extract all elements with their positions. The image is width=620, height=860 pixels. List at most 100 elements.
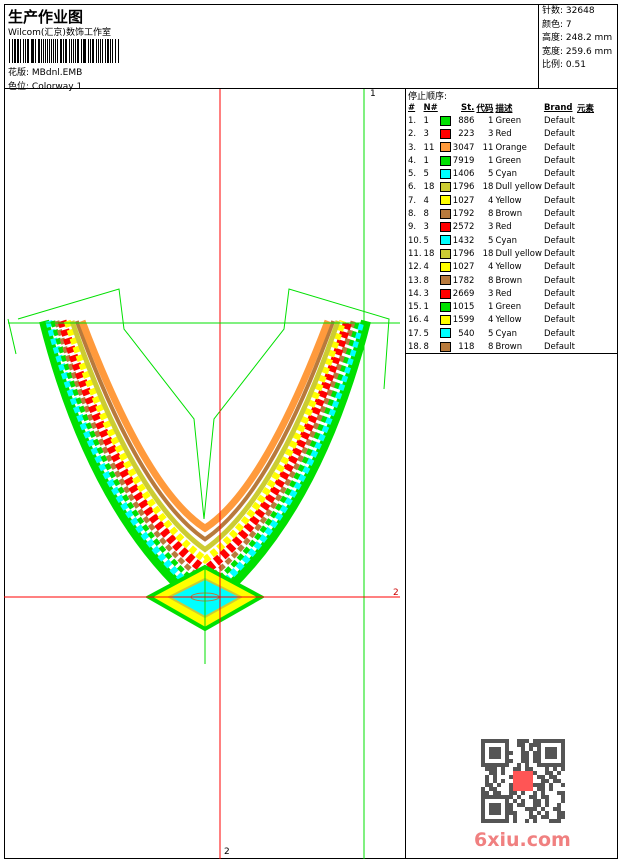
description: Brown	[495, 275, 523, 286]
stitches: 2572	[452, 222, 475, 233]
brand: Default	[543, 169, 575, 180]
needle: 4	[423, 262, 429, 273]
needle: 3	[423, 129, 429, 140]
brand: Default	[543, 288, 575, 299]
description: Red	[495, 222, 512, 233]
color-swatch	[439, 195, 451, 206]
color-swatch	[439, 182, 451, 193]
code: 4	[488, 262, 494, 273]
stitches: 540	[458, 328, 475, 339]
description: Green	[495, 115, 522, 126]
needle: 8	[423, 209, 429, 220]
brand: Default	[543, 328, 575, 339]
table-row[interactable]: 2. 3 223 3 Red Default	[407, 128, 595, 141]
column-header: 元素	[577, 103, 595, 114]
table-row[interactable]: 1. 1 886 1 Green Default	[407, 114, 595, 127]
design-info: 针数: 32648 颜色: 7 高度: 248.2 mm 宽度: 259.6 mm 比例…	[538, 4, 618, 89]
header: 生产作业图 Wilcom(汇京)数饰工作室 花版: MBdnl.EMB 色位: …	[4, 4, 538, 92]
color-swatch	[439, 248, 451, 259]
color-swatch	[439, 275, 451, 286]
table-row[interactable]: 9. 3 2572 3 Red Default	[407, 221, 595, 234]
column-header: #	[408, 102, 416, 113]
description: Cyan	[495, 328, 517, 339]
color-swatch	[439, 208, 451, 219]
info-value: 248.2 mm	[565, 33, 613, 43]
color-swatch	[439, 222, 451, 233]
brand: Default	[543, 275, 575, 286]
table-row[interactable]: 10. 5 1432 5 Cyan Default	[407, 234, 595, 247]
seq: 7.	[408, 195, 417, 206]
needle: 8	[423, 341, 429, 352]
column-header: Brand	[543, 102, 573, 113]
info-label: 针数:	[542, 6, 564, 16]
seq: 16.	[408, 315, 422, 326]
code: 3	[488, 288, 494, 299]
barcode	[9, 39, 120, 63]
brand: Default	[543, 302, 575, 313]
info-value: 7	[565, 19, 572, 30]
table-row[interactable]: 5. 5 1406 5 Cyan Default	[407, 167, 595, 180]
seal-logo	[513, 771, 533, 791]
table-row[interactable]: 14. 3 2669 3 Red Default	[407, 287, 595, 300]
table-row[interactable]: 6. 18 1796 18 Dull yellow Default	[407, 181, 595, 194]
description: Cyan	[495, 235, 517, 246]
table-row[interactable]: 18. 8 118 8 Brown Default	[407, 340, 595, 353]
color-swatch	[439, 341, 451, 352]
code: 1	[488, 115, 494, 126]
info-label: 颜色:	[542, 19, 564, 30]
seq: 13.	[408, 275, 422, 286]
description: Orange	[495, 142, 527, 153]
brand: Default	[543, 209, 575, 220]
table-row[interactable]: 7. 4 1027 4 Yellow Default	[407, 194, 595, 207]
brand: Default	[543, 182, 575, 193]
table-row[interactable]: 16. 4 1599 4 Yellow Default	[407, 314, 595, 327]
seq: 6.	[408, 182, 417, 193]
table-row[interactable]: 13. 8 1782 8 Brown Default	[407, 274, 595, 287]
seq: 15.	[408, 302, 422, 313]
table-row[interactable]: 3. 11 3047 11 Orange Default	[407, 141, 595, 154]
table-row[interactable]: 11. 18 1796 18 Dull yellow Default	[407, 247, 595, 260]
table-row[interactable]: 17. 5 540 5 Cyan Default	[407, 327, 595, 340]
marker-2-bottom: 2	[224, 847, 230, 857]
code: 18	[482, 248, 494, 259]
code: 8	[488, 209, 494, 220]
seq: 3.	[408, 142, 417, 153]
stitches: 1406	[452, 169, 475, 180]
description: Cyan	[495, 169, 517, 180]
code: 18	[482, 182, 494, 193]
column-header: St.	[461, 102, 475, 113]
brand: Default	[543, 195, 575, 206]
brand: Default	[543, 155, 575, 166]
info-label: 高度:	[542, 33, 564, 43]
stitches: 1432	[452, 235, 475, 246]
table-row[interactable]: 8. 8 1792 8 Brown Default	[407, 207, 595, 220]
qr-code	[481, 739, 565, 823]
seq: 8.	[408, 209, 417, 220]
color-swatch	[439, 115, 451, 126]
needle: 5	[423, 328, 429, 339]
stitches: 1015	[452, 302, 475, 313]
description: Yellow	[495, 315, 522, 326]
seq: 12.	[408, 262, 422, 273]
seq: 10.	[408, 235, 422, 246]
marker-1: 1	[370, 89, 376, 99]
color-swatch	[439, 235, 451, 246]
stitches: 886	[458, 115, 475, 126]
table-row[interactable]: 4. 1 7919 1 Green Default	[407, 154, 595, 167]
needle: 4	[423, 195, 429, 206]
table-row[interactable]: 12. 4 1027 4 Yellow Default	[407, 261, 595, 274]
needle: 11	[423, 142, 435, 153]
stitches: 3047	[452, 142, 475, 153]
brand: Default	[543, 235, 575, 246]
code: 5	[488, 169, 494, 180]
seq: 1.	[408, 115, 417, 126]
needle: 5	[423, 235, 429, 246]
stitches: 1027	[452, 195, 475, 206]
color-swatch	[439, 328, 451, 339]
page-title: 生产作业图	[8, 8, 84, 26]
needle: 1	[423, 115, 429, 126]
code: 5	[488, 328, 494, 339]
table-row[interactable]: 15. 1 1015 1 Green Default	[407, 300, 595, 313]
stitches: 7919	[452, 155, 475, 166]
design-name: 花版: MBdnl.EMB	[8, 65, 82, 78]
